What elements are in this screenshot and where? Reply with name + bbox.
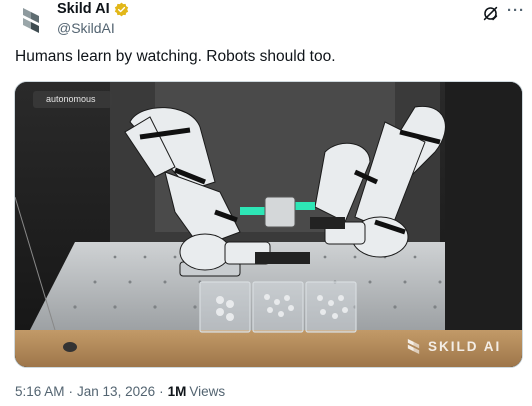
tweet-time[interactable]: 5:16 AM (15, 384, 65, 399)
more-options-icon[interactable]: ··· (507, 2, 527, 20)
robot-arms-video-frame (15, 82, 522, 367)
tweet-date[interactable]: Jan 13, 2026 (77, 384, 155, 399)
grok-icon[interactable] (482, 5, 499, 22)
verified-badge-icon (114, 2, 128, 16)
skild-watermark: SKILD AI (405, 338, 501, 355)
meta-separator: · (159, 384, 164, 399)
author-handle[interactable]: @SkildAI (57, 20, 115, 36)
tweet-text: Humans learn by watching. Robots should … (15, 48, 336, 65)
author-name-row: Skild AI (57, 1, 129, 17)
views-count[interactable]: 1M (168, 384, 187, 399)
meta-separator: · (68, 384, 74, 399)
skild-logo-icon (407, 338, 420, 355)
tweet-header: Skild AI @SkildAI ··· (0, 0, 532, 46)
tweet-meta: 5:16 AM · Jan 13, 2026 · 1M Views (15, 384, 225, 399)
autonomous-badge: autonomous (33, 91, 112, 108)
views-label[interactable]: Views (189, 384, 225, 399)
tweet-video[interactable] (14, 81, 523, 368)
skild-logo-icon[interactable] (14, 3, 48, 37)
watermark-text: SKILD AI (428, 339, 502, 354)
author-display-name[interactable]: Skild AI (57, 1, 110, 17)
